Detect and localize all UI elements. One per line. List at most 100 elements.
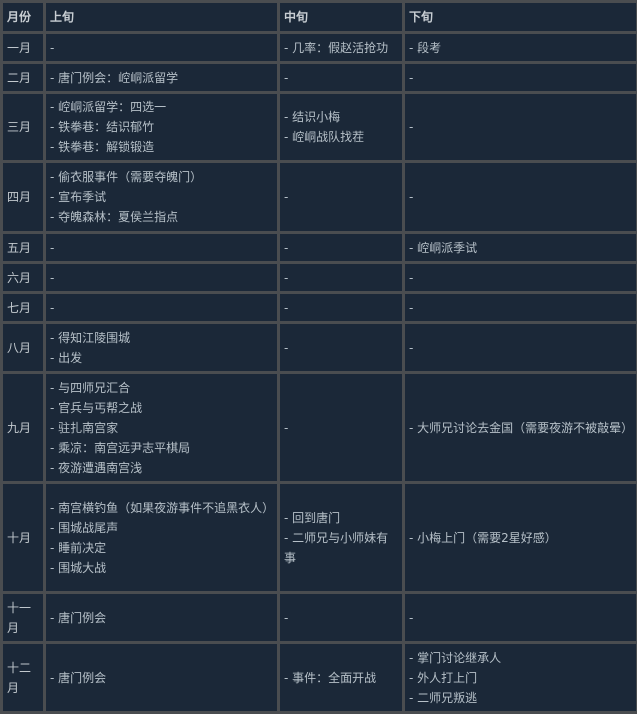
early-cell: - 南宫横钓鱼（如果夜游事件不追黑衣人）- 围城战尾声- 睡前决定- 围城大战 (45, 483, 279, 593)
event-item: - 唐门例会：崆峒派留学 (50, 68, 273, 88)
event-item: - 二师兄与小师妹有事 (284, 528, 398, 568)
header-late: 下旬 (404, 2, 637, 33)
header-month: 月份 (2, 2, 45, 33)
table-row: 六月--- (2, 263, 637, 293)
month-cell: 四月 (2, 162, 45, 233)
mid-cell: - (279, 63, 404, 93)
event-item: - 夺魄森林：夏侯兰指点 (50, 207, 273, 227)
early-cell: - (45, 233, 279, 263)
month-cell: 六月 (2, 263, 45, 293)
mid-cell: - (279, 323, 404, 373)
month-cell: 一月 (2, 33, 45, 63)
mid-cell: - (279, 373, 404, 483)
event-item: - (284, 268, 398, 288)
mid-cell: - (279, 263, 404, 293)
mid-cell: - (279, 293, 404, 323)
event-item: - 南宫横钓鱼（如果夜游事件不追黑衣人） (50, 498, 273, 518)
early-cell: - 崆峒派留学：四选一- 铁拳巷：结识郁竹- 铁拳巷：解锁锻造 (45, 93, 279, 162)
early-cell: - (45, 293, 279, 323)
late-cell: - (404, 323, 637, 373)
table-row: 七月--- (2, 293, 637, 323)
event-item: - 驻扎南宫家 (50, 418, 273, 438)
event-item: - 夜游遭遇南宫浅 (50, 458, 273, 478)
late-cell: - (404, 293, 637, 323)
event-item: - 崆峒派季试 (409, 238, 632, 258)
event-item: - 乘凉：南宫远尹志平棋局 (50, 438, 273, 458)
table-row: 一月-- 几率：假赵活抢功 - 段考 (2, 33, 637, 63)
table-row: 十二月- 唐门例会- 事件：全面开战- 掌门讨论继承人- 外人打上门- 二师兄叛… (2, 643, 637, 713)
late-cell: - 大师兄讨论去金国（需要夜游不被敲晕） (404, 373, 637, 483)
event-item: - (50, 298, 273, 318)
mid-cell: - (279, 233, 404, 263)
month-cell: 十月 (2, 483, 45, 593)
header-row: 月份 上旬 中旬 下旬 (2, 2, 637, 33)
mid-cell: - (279, 162, 404, 233)
event-item: - 铁拳巷：解锁锻造 (50, 137, 273, 157)
event-item: - (284, 608, 398, 628)
table-row: 九月- 与四师兄汇合- 官兵与丐帮之战- 驻扎南宫家- 乘凉：南宫远尹志平棋局-… (2, 373, 637, 483)
late-cell: - (404, 263, 637, 293)
event-item: - 崆峒战队找茬 (284, 127, 398, 147)
event-item: - 宣布季试 (50, 187, 273, 207)
early-cell: - (45, 33, 279, 63)
mid-cell: - (279, 593, 404, 643)
event-item: - 出发 (50, 348, 273, 368)
month-cell: 八月 (2, 323, 45, 373)
event-item: - 结识小梅 (284, 107, 398, 127)
late-cell: - 段考 (404, 33, 637, 63)
event-item: - (284, 338, 398, 358)
event-item: - 事件：全面开战 (284, 668, 398, 688)
early-cell: - 唐门例会：崆峒派留学 (45, 63, 279, 93)
event-item: - (50, 38, 273, 58)
event-item: - (409, 268, 632, 288)
event-item: - 睡前决定 (50, 538, 273, 558)
event-item: - (284, 68, 398, 88)
month-cell: 九月 (2, 373, 45, 483)
mid-cell: - 几率：假赵活抢功 (279, 33, 404, 63)
event-item: - 崆峒派留学：四选一 (50, 97, 273, 117)
event-item: - (284, 238, 398, 258)
event-item: - (409, 608, 632, 628)
schedule-table: 月份 上旬 中旬 下旬 一月-- 几率：假赵活抢功- 段考二月- 唐门例会：崆峒… (0, 0, 637, 714)
early-cell: - (45, 263, 279, 293)
table-row: 八月- 得知江陵围城- 出发-- (2, 323, 637, 373)
month-cell: 十二月 (2, 643, 45, 713)
late-cell: - 掌门讨论继承人- 外人打上门- 二师兄叛逃 (404, 643, 637, 713)
early-cell: - 唐门例会 (45, 593, 279, 643)
event-item: - (50, 238, 273, 258)
event-item: - (409, 187, 632, 207)
event-item: - (284, 187, 398, 207)
table-row: 三月- 崆峒派留学：四选一- 铁拳巷：结识郁竹- 铁拳巷：解锁锻造- 结识小梅-… (2, 93, 637, 162)
event-item: - (284, 298, 398, 318)
early-cell: - 得知江陵围城- 出发 (45, 323, 279, 373)
month-cell: 三月 (2, 93, 45, 162)
month-cell: 五月 (2, 233, 45, 263)
month-cell: 七月 (2, 293, 45, 323)
event-item: - 唐门例会 (50, 608, 273, 628)
event-item: - 偷衣服事件（需要夺魄门） (50, 167, 273, 187)
event-item: - 外人打上门 (409, 668, 632, 688)
event-item: - (409, 68, 632, 88)
event-item: - 得知江陵围城 (50, 328, 273, 348)
mid-cell: - 事件：全面开战 (279, 643, 404, 713)
late-cell: - (404, 593, 637, 643)
event-item: - (409, 338, 632, 358)
event-item: - (50, 268, 273, 288)
event-item: - 围城战尾声 (50, 518, 273, 538)
late-cell: - 小梅上门（需要2星好感） (404, 483, 637, 593)
event-item: - 几率：假赵活抢功 (284, 38, 398, 58)
event-item: - 大师兄讨论去金国（需要夜游不被敲晕） (409, 418, 632, 438)
month-cell: 十一月 (2, 593, 45, 643)
table-row: 十一月- 唐门例会-- (2, 593, 637, 643)
event-item: - 二师兄叛逃 (409, 688, 632, 708)
late-cell: - (404, 63, 637, 93)
event-item: - 掌门讨论继承人 (409, 648, 632, 668)
event-item: - 回到唐门 (284, 508, 398, 528)
header-early: 上旬 (45, 2, 279, 33)
event-item: - (409, 298, 632, 318)
event-item: - 段考 (409, 38, 632, 58)
event-item: - 铁拳巷：结识郁竹 (50, 117, 273, 137)
month-cell: 二月 (2, 63, 45, 93)
mid-cell: - 结识小梅- 崆峒战队找茬 (279, 93, 404, 162)
event-item: - (284, 418, 398, 438)
